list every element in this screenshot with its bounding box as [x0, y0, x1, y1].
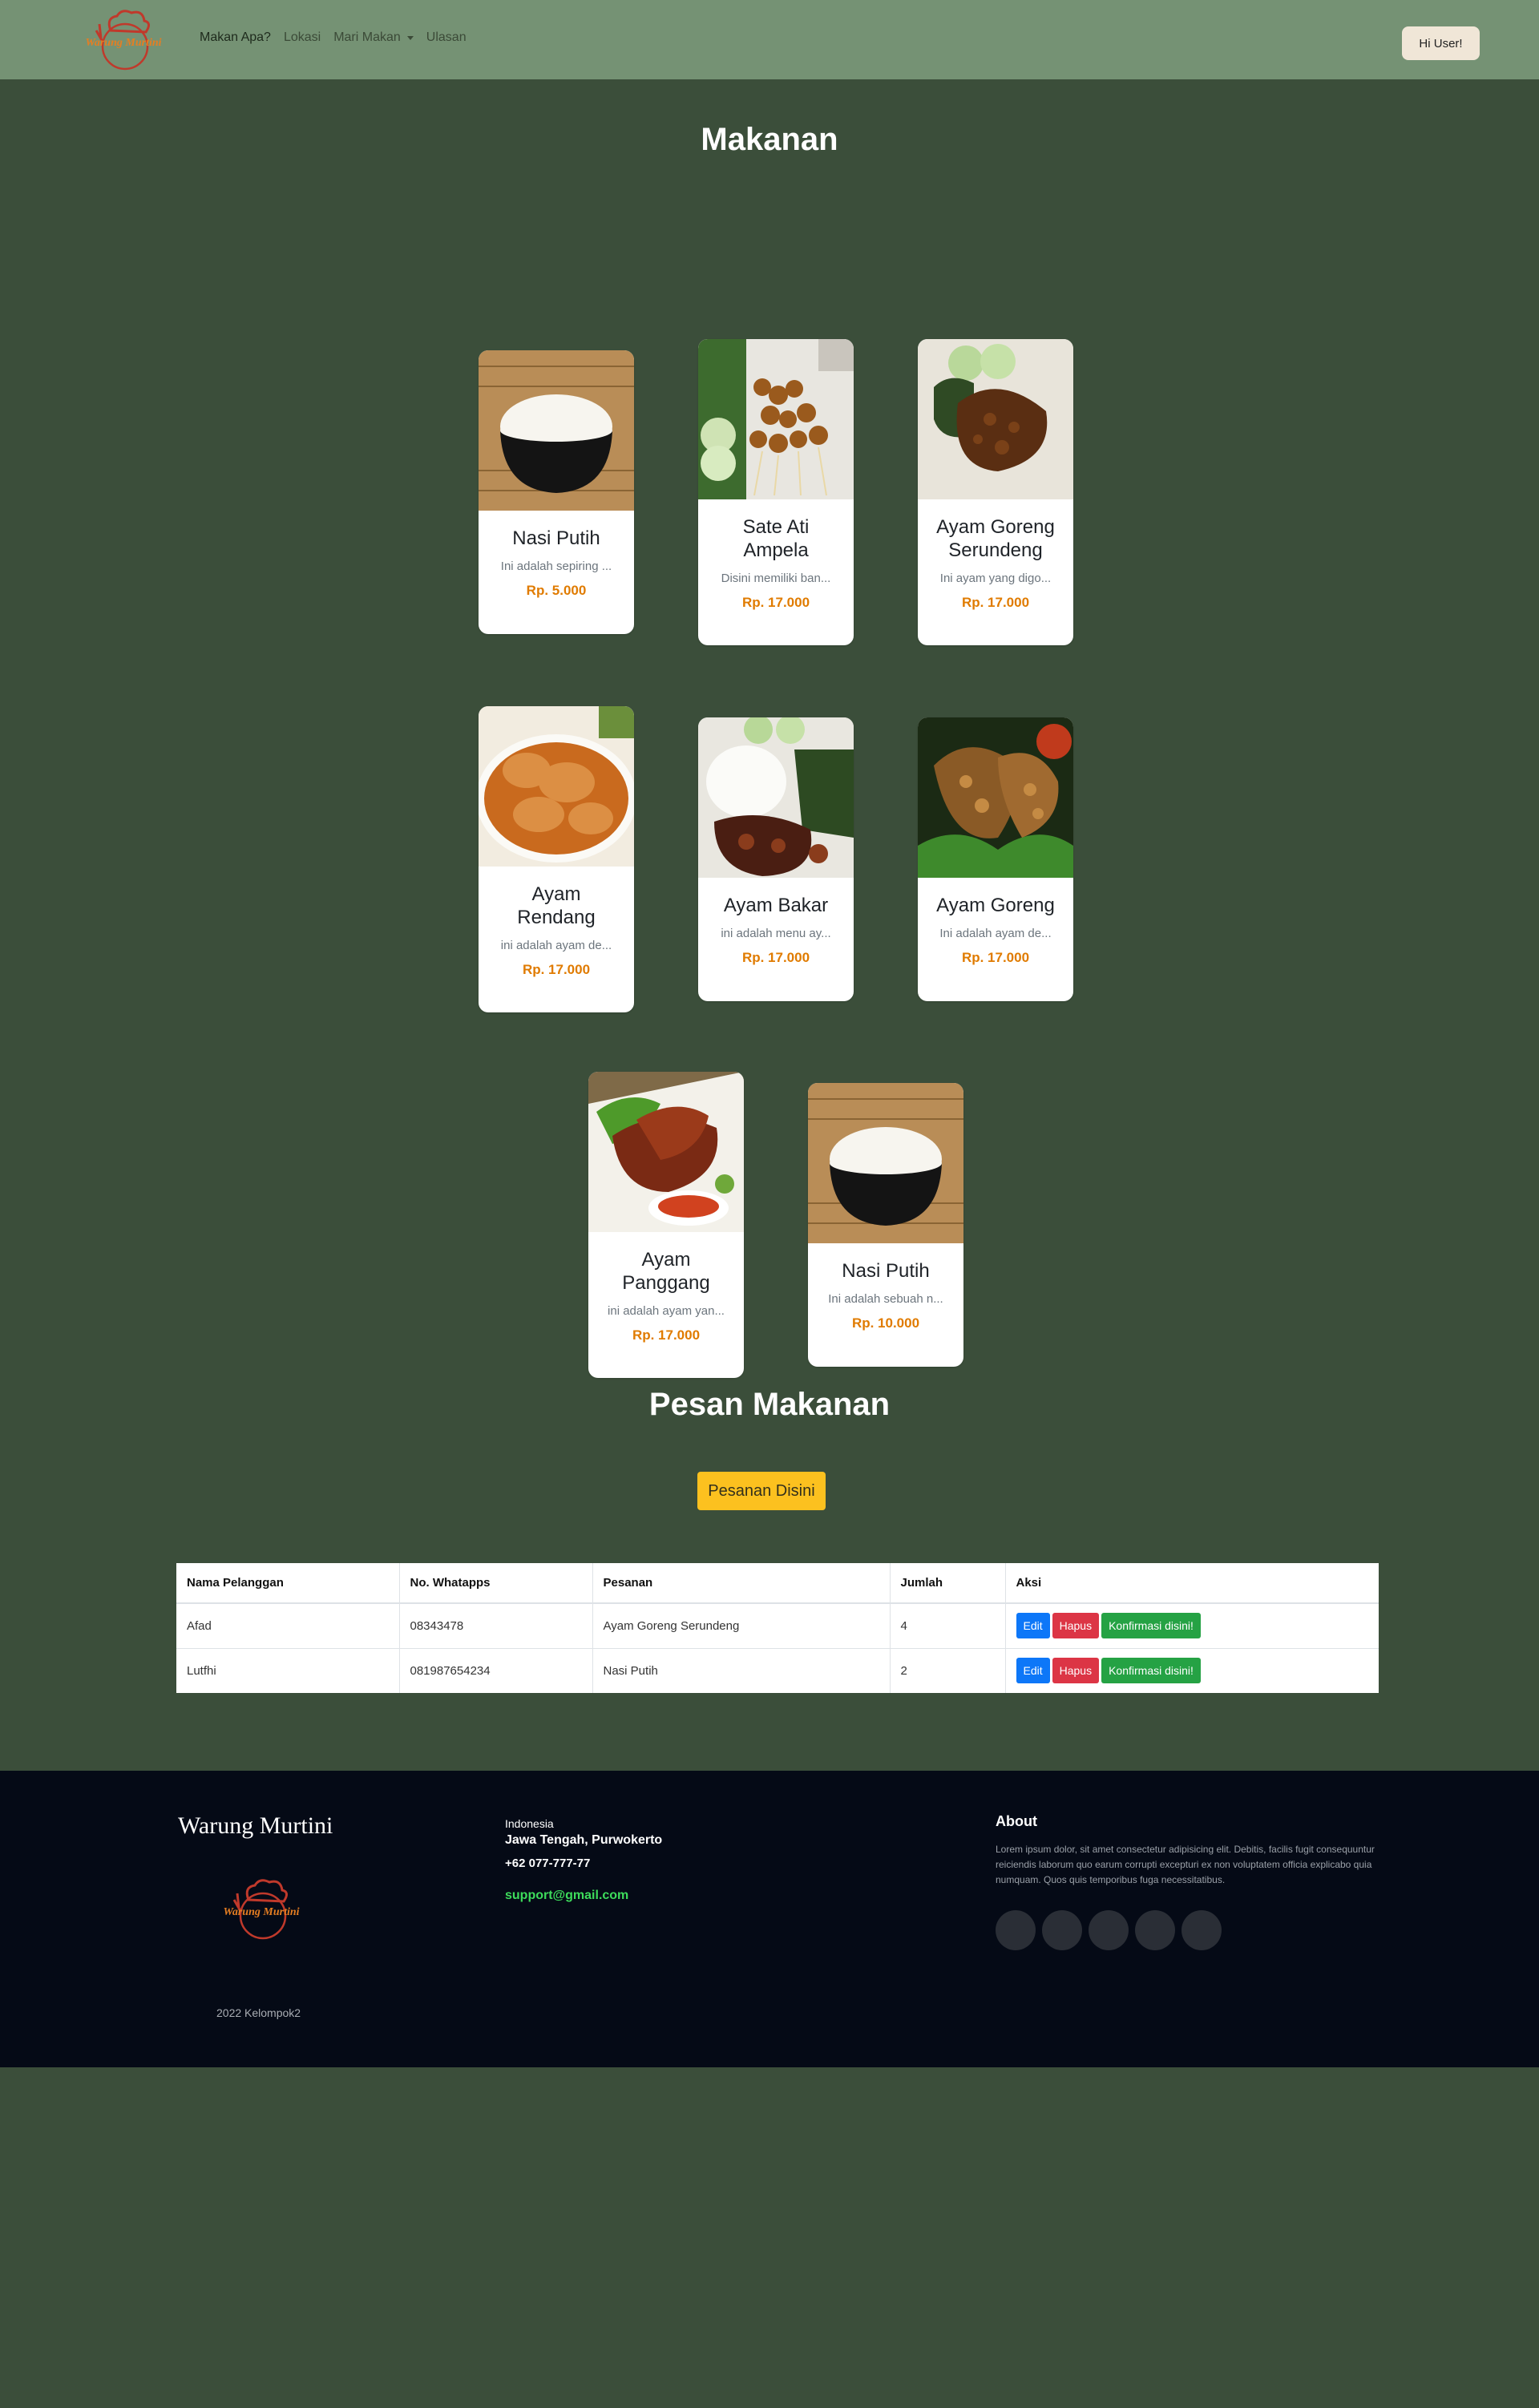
menu-price: Rp. 17.000 [632, 1327, 701, 1343]
column-header: Jumlah [890, 1563, 1006, 1604]
footer-about-title: About [996, 1813, 1037, 1829]
menu-price: Rp. 17.000 [961, 595, 1030, 610]
confirm-button[interactable]: Konfirmasi disini! [1101, 1613, 1201, 1639]
menu-price: Rp. 17.000 [741, 950, 810, 965]
delete-button[interactable]: Hapus [1052, 1613, 1100, 1639]
menu-card[interactable]: Ayam Bakar ini adalah menu ay... Rp. 17.… [698, 717, 854, 1001]
cell-jumlah: 2 [890, 1647, 1006, 1693]
menu-desc: ini adalah menu ay... [721, 927, 831, 940]
menu-card[interactable]: Sate Ati Ampela Disini memiliki ban... R… [698, 339, 854, 645]
menu-name: Ayam Goreng Serundeng [936, 516, 1055, 561]
menu-price: Rp. 17.000 [961, 950, 1030, 965]
edit-button[interactable]: Edit [1016, 1658, 1050, 1684]
menu-desc: Disini memiliki ban... [721, 572, 831, 585]
order-section-title: Pesan Makanan [648, 1387, 891, 1422]
orders-table: Nama Pelanggan No. Whatapps Pesanan Juml… [176, 1563, 1379, 1693]
social-icon[interactable] [1182, 1910, 1222, 1950]
menu-name: Ayam Bakar [723, 895, 829, 916]
menu-desc: Ini adalah ayam de... [939, 927, 1052, 940]
menu-desc: Ini adalah sebuah n... [828, 1292, 943, 1306]
nav-link-ulasan[interactable]: Ulasan [426, 30, 467, 45]
footer-email[interactable]: support@gmail.com [505, 1889, 628, 1903]
copyright: 2022 Kelompok2 [216, 2006, 301, 2019]
social-icon[interactable] [1089, 1910, 1129, 1950]
menu-price: Rp. 10.000 [851, 1315, 920, 1331]
social-icon[interactable] [1042, 1910, 1082, 1950]
column-header: Aksi [1005, 1563, 1379, 1604]
footer-country: Indonesia [505, 1817, 554, 1830]
order-here-button[interactable]: Pesanan Disini [697, 1472, 826, 1510]
menu-name: Ayam Panggang [622, 1249, 710, 1294]
menu-name: Nasi Putih [842, 1260, 930, 1282]
cell-nama: Afad [176, 1602, 400, 1648]
social-links [996, 1910, 1222, 1950]
page-spacer [0, 337, 1539, 2408]
cell-aksi: Edit Hapus Konfirmasi disini! [1005, 1647, 1379, 1693]
delete-button[interactable]: Hapus [1052, 1658, 1100, 1684]
cell-nama: Lutfhi [176, 1647, 400, 1693]
footer-brand: Warung Murtini [178, 1812, 333, 1839]
grilled-chicken-plate-image [698, 717, 854, 878]
menu-card[interactable]: Ayam Goreng Serundeng Ini ayam yang digo… [918, 339, 1073, 645]
user-button[interactable]: Hi User! [1402, 26, 1480, 60]
warung-logo: Warung Murtini [223, 1879, 300, 1940]
fried-chicken-image [918, 717, 1073, 878]
social-icon[interactable] [996, 1910, 1036, 1950]
table-row: Afad 08343478 Ayam Goreng Serundeng 4 Ed… [176, 1602, 1379, 1648]
logo-text: Warung Murtini [85, 37, 161, 49]
page-title: Makanan [701, 122, 838, 157]
navbar: Warung Murtini Makan Apa? Lokasi Mari Ma… [0, 0, 1539, 79]
menu-desc: ini adalah ayam de... [500, 939, 612, 952]
rice-bowl-image [808, 1083, 963, 1243]
nav-link-mari-makan[interactable]: Mari Makan [333, 30, 414, 45]
menu-price: Rp. 17.000 [741, 595, 810, 610]
cell-pesanan: Nasi Putih [592, 1647, 891, 1693]
menu-card[interactable]: Nasi Putih Ini adalah sebuah n... Rp. 10… [808, 1083, 963, 1367]
rendang-chicken-image [479, 706, 634, 867]
fried-chicken-serundeng-image [918, 339, 1073, 499]
warung-logo[interactable]: Warung Murtini [79, 6, 168, 74]
chevron-down-icon [406, 35, 414, 40]
menu-card[interactable]: Ayam Rendang ini adalah ayam de... Rp. 1… [479, 706, 634, 1012]
column-header: No. Whatapps [399, 1563, 593, 1604]
menu-name: Nasi Putih [512, 527, 600, 549]
table-row: Lutfhi 081987654234 Nasi Putih 2 Edit Hap… [176, 1647, 1379, 1693]
cell-pesanan: Ayam Goreng Serundeng [592, 1602, 891, 1648]
menu-name: Ayam Goreng [936, 895, 1055, 916]
footer: Warung Murtini Warung Murtini Indonesia … [0, 1771, 1539, 2067]
menu-desc: Ini ayam yang digo... [939, 572, 1052, 585]
nav-links: Makan Apa? Lokasi Mari Makan Ulasan [200, 30, 479, 45]
footer-about-text: Lorem ipsum dolor, sit amet consectetur … [996, 1844, 1375, 1885]
edit-button[interactable]: Edit [1016, 1613, 1050, 1639]
table-header-row: Nama Pelanggan No. Whatapps Pesanan Juml… [176, 1563, 1379, 1604]
cell-aksi: Edit Hapus Konfirmasi disini! [1005, 1602, 1379, 1648]
menu-card[interactable]: Ayam Goreng Ini adalah ayam de... Rp. 17… [918, 717, 1073, 1001]
menu-desc: ini adalah ayam yan... [608, 1304, 725, 1318]
satay-image [698, 339, 854, 499]
cell-whatsapp: 08343478 [399, 1602, 593, 1648]
column-header: Pesanan [592, 1563, 891, 1604]
nav-link-makan-apa[interactable]: Makan Apa? [200, 30, 271, 45]
footer-phone: +62 077-777-77 [505, 1857, 591, 1870]
confirm-button[interactable]: Konfirmasi disini! [1101, 1658, 1201, 1684]
roast-chicken-sambal-image [588, 1072, 744, 1232]
menu-card[interactable]: Nasi Putih Ini adalah sepiring ... Rp. 5… [479, 350, 634, 634]
nav-link-lokasi[interactable]: Lokasi [284, 30, 321, 45]
footer-region: Jawa Tengah, Purwokerto [505, 1833, 663, 1847]
menu-price: Rp. 5.000 [526, 583, 587, 598]
logo-text: Warung Murtini [223, 1906, 299, 1918]
rice-bowl-image [479, 350, 634, 511]
column-header: Nama Pelanggan [176, 1563, 400, 1604]
menu-desc: Ini adalah sepiring ... [500, 560, 612, 573]
menu-price: Rp. 17.000 [522, 962, 591, 977]
cell-jumlah: 4 [890, 1602, 1006, 1648]
menu-name: Ayam Rendang [517, 883, 596, 928]
cell-whatsapp: 081987654234 [399, 1647, 593, 1693]
menu-name: Sate Ati Ampela [742, 516, 810, 561]
social-icon[interactable] [1135, 1910, 1175, 1950]
menu-card[interactable]: Ayam Panggang ini adalah ayam yan... Rp.… [588, 1072, 744, 1378]
nav-link-label: Mari Makan [333, 30, 401, 44]
